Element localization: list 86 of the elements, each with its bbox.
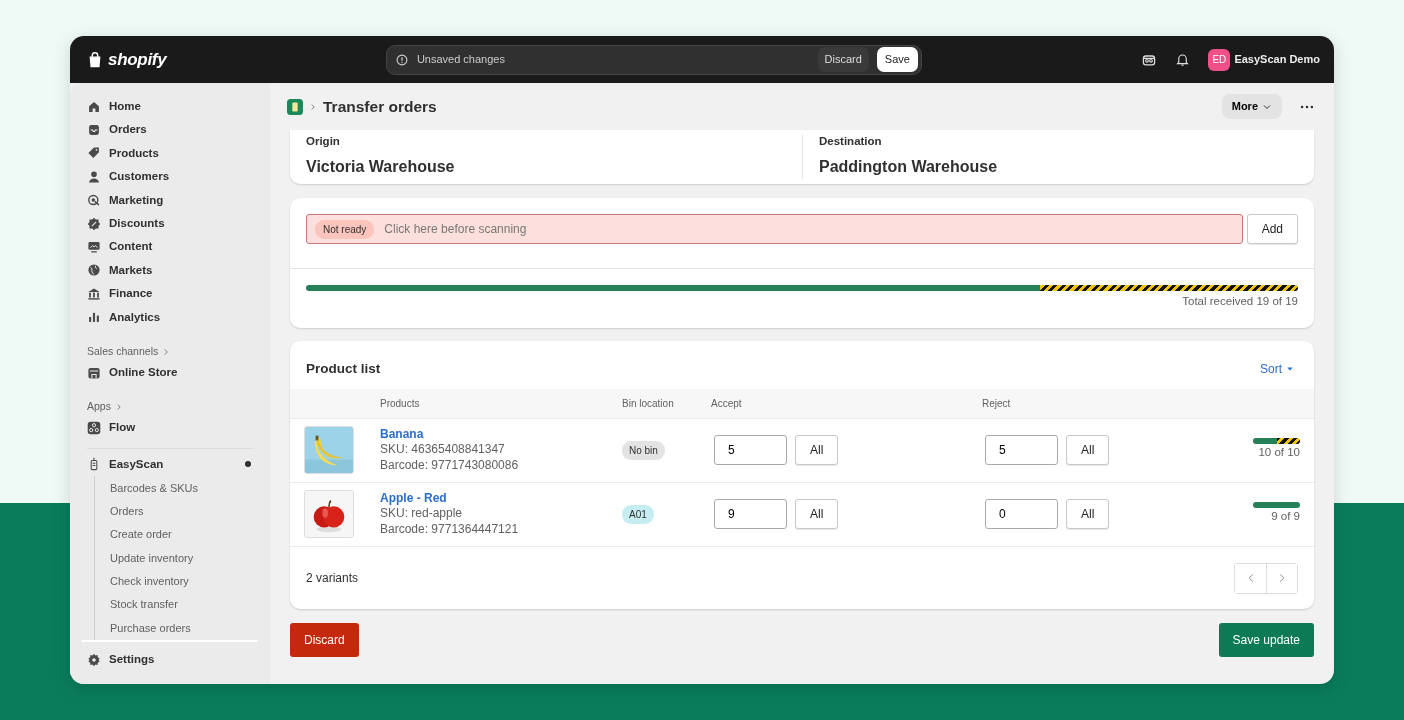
all-button[interactable]: All (1066, 435, 1110, 465)
status-badge: Not ready (315, 219, 375, 239)
inbox-icon (87, 123, 101, 138)
nav-subitem[interactable]: Stock transfer (95, 593, 258, 617)
nav-item[interactable]: EasyScan (82, 452, 258, 477)
target-icon (87, 193, 101, 208)
quantity-field[interactable]: 5 (985, 435, 1058, 465)
chevron-right-icon (162, 347, 171, 356)
globe-icon (87, 263, 101, 278)
location-name: Paddington Warehouse (819, 156, 999, 177)
nav-item[interactable]: Markets (82, 258, 258, 283)
nav-item[interactable]: Home (82, 95, 258, 119)
column-header: Products (380, 396, 420, 411)
product-name[interactable]: Apple - Red (380, 490, 447, 507)
section-heading[interactable]: Sales channels (82, 342, 258, 361)
nav-subitem[interactable]: Purchase orders (95, 616, 258, 640)
scan-field[interactable]: Click here before scanning (382, 219, 1234, 239)
nav-item[interactable]: Customers (82, 165, 258, 189)
all-button[interactable]: All (1066, 499, 1110, 529)
location-label: Destination (819, 135, 883, 149)
bin-tag: A01 (622, 504, 654, 524)
location-name: Victoria Warehouse (306, 156, 456, 177)
nav-item[interactable]: Products (82, 141, 258, 166)
column-header: Bin location (622, 396, 674, 411)
column-header: Reject (982, 396, 1011, 411)
nav-item[interactable]: Content (82, 235, 258, 259)
app-logo-icon[interactable] (287, 98, 303, 115)
row-reading: 10 of 10 (1258, 445, 1300, 461)
store-icon (87, 365, 101, 380)
nav-item[interactable]: Analytics (82, 305, 258, 329)
nav-subitem[interactable]: Update inventory (95, 546, 258, 570)
nav-subitem[interactable]: Create order (95, 522, 258, 547)
nav-item[interactable]: Marketing (82, 188, 258, 212)
nav-item[interactable]: Flow (82, 416, 258, 440)
nav-item[interactable]: Finance (82, 282, 258, 306)
more-button[interactable]: More (1221, 94, 1282, 119)
chevron-right-icon (309, 102, 317, 111)
nav-item[interactable]: Orders (82, 118, 258, 142)
quantity-field[interactable]: 5 (714, 435, 787, 465)
section-title: Product list (306, 360, 381, 379)
bin-tag: No bin (622, 440, 665, 460)
notification-icon[interactable] (1175, 52, 1191, 67)
save-button[interactable]: Save (876, 47, 918, 72)
sku-text: SKU: 46365408841347 (380, 442, 505, 458)
section-heading[interactable]: Apps (82, 398, 258, 417)
discard-button[interactable]: Discard (290, 622, 359, 657)
scan-bar[interactable]: Not ready Click here before scanning (306, 214, 1243, 244)
location-label: Origin (306, 135, 341, 149)
barcode-text: Barcode: 9771743080086 (380, 457, 519, 474)
progress-reading: Total received 19 of 19 (1182, 294, 1298, 309)
add-button[interactable]: Add (1246, 214, 1298, 244)
variant-count: 2 variants (306, 570, 359, 587)
bar-chart-icon (87, 310, 101, 325)
nav-subitem[interactable]: Check inventory (95, 569, 258, 594)
quantity-field[interactable]: 0 (985, 499, 1058, 529)
pin-dot-icon (245, 461, 251, 468)
tag-icon (87, 146, 101, 161)
settings-icon (87, 652, 101, 667)
barcode-text: Barcode: 9771364447121 (380, 521, 519, 538)
user-name[interactable]: EasyScan Demo (1234, 51, 1320, 68)
row-progress-bar (1253, 502, 1300, 509)
info-icon (394, 52, 409, 67)
row-progress-bar (1253, 438, 1300, 445)
row-reading: 9 of 9 (1271, 509, 1300, 525)
flow-icon (87, 421, 101, 435)
nav-item[interactable]: Settings (82, 647, 258, 672)
product-name[interactable]: Banana (380, 426, 424, 443)
logo-text: shopify (108, 48, 167, 71)
save-update-button[interactable]: Save update (1218, 622, 1314, 657)
monitor-icon (87, 240, 101, 255)
sort-link[interactable]: Sort (1260, 360, 1294, 379)
bank-icon (87, 286, 101, 301)
nav-item[interactable]: Online Store (82, 360, 258, 385)
discount-icon (87, 216, 101, 231)
nav-item[interactable]: Discounts (82, 211, 258, 236)
page-title: Transfer orders (323, 96, 437, 117)
all-button[interactable]: All (795, 435, 839, 465)
sku-text: SKU: red-apple (380, 506, 463, 522)
nav-subitem[interactable]: Barcodes & SKUs (95, 476, 258, 500)
all-button[interactable]: All (795, 499, 839, 529)
discard-button[interactable]: Discard (817, 47, 869, 72)
person-icon (87, 169, 101, 184)
quantity-field[interactable]: 9 (714, 499, 787, 529)
notice-text: Unsaved changes (416, 52, 505, 68)
column-header: Accept (711, 396, 742, 411)
nav-subitem[interactable]: Orders (95, 499, 258, 523)
